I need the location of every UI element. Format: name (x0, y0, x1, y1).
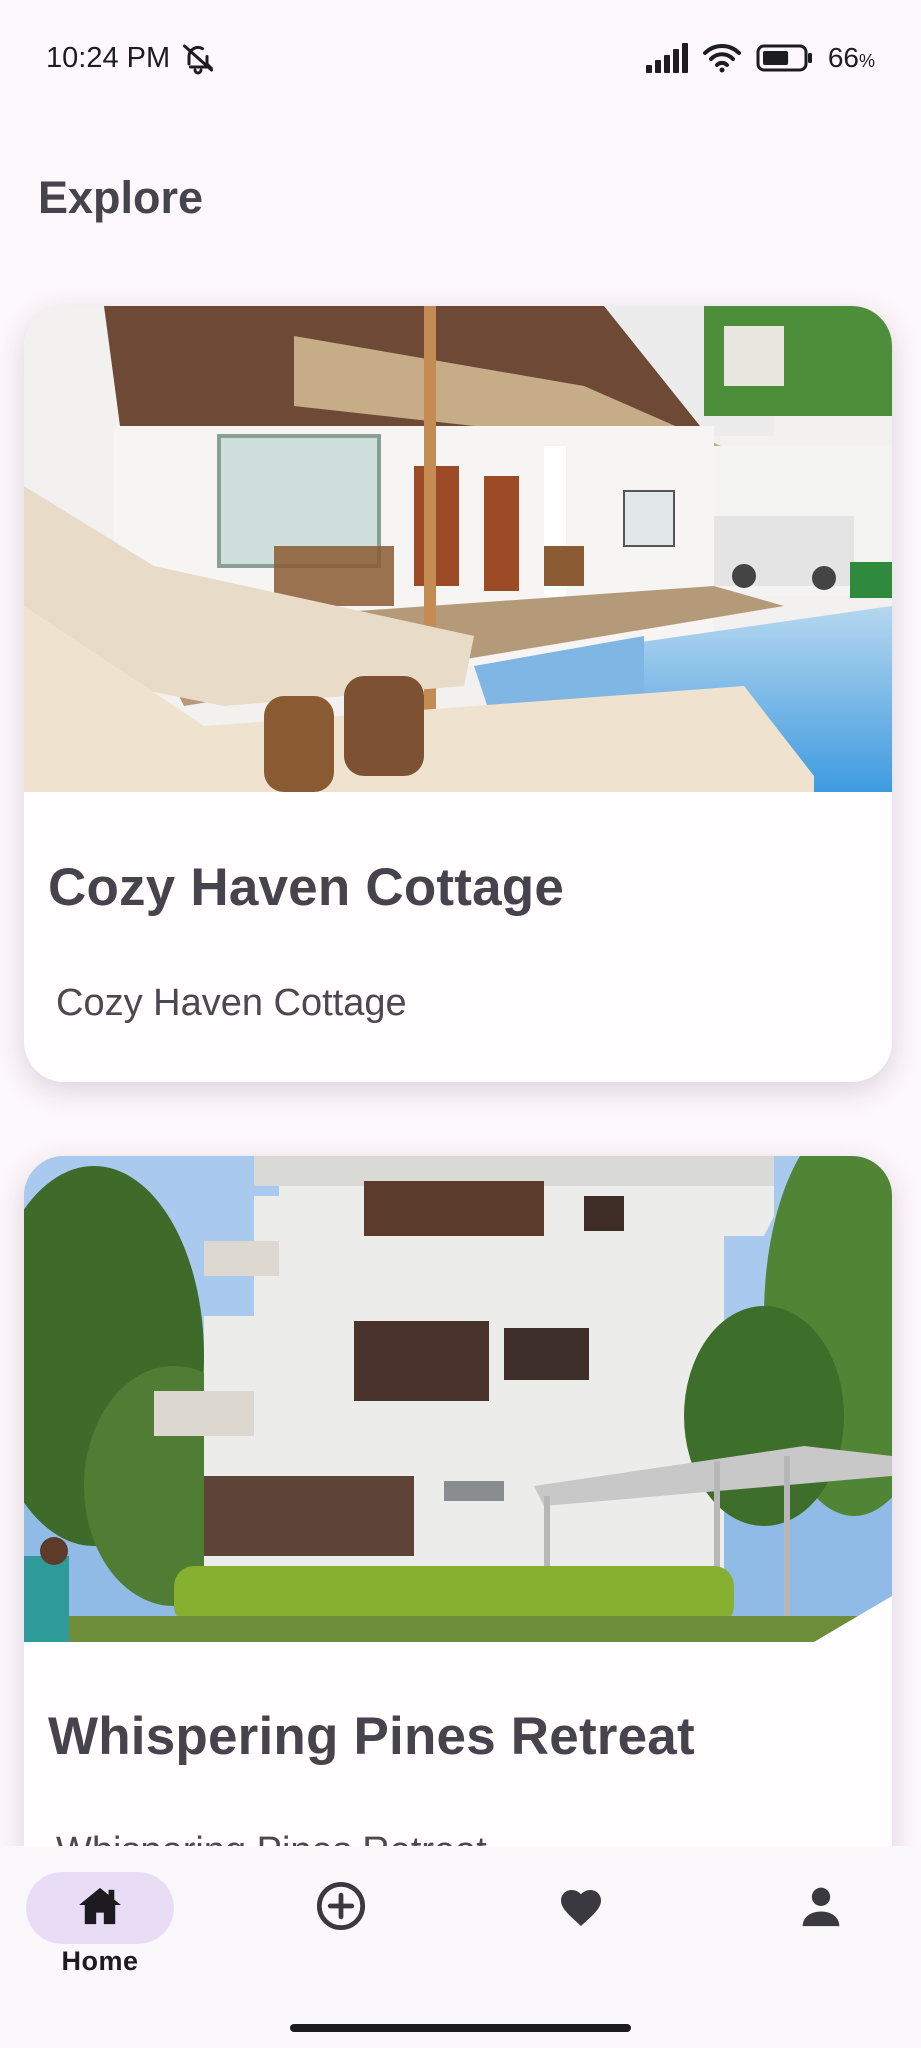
wifi-icon (702, 42, 742, 74)
heart-icon (557, 1884, 605, 1933)
status-bar: 10:24 PM 66% (0, 0, 921, 116)
person-icon (799, 1884, 843, 1933)
battery-icon (756, 44, 814, 72)
listing-subtitle: Cozy Haven Cottage (56, 982, 407, 1024)
nav-favorites[interactable] (501, 1872, 661, 1982)
battery-percent: 66% (827, 42, 875, 73)
listing-photo-villa-pool (24, 306, 892, 792)
nav-add[interactable] (261, 1872, 421, 1982)
nav-profile[interactable] (741, 1872, 901, 1982)
nav-add-pill (267, 1872, 415, 1944)
status-left: 10:24 PM (46, 40, 216, 76)
page-title: Explore (38, 172, 204, 223)
status-time: 10:24 PM (46, 41, 171, 74)
bell-off-icon (180, 40, 216, 76)
nav-home-pill (26, 1872, 174, 1944)
home-icon (77, 1886, 123, 1931)
nav-home[interactable]: Home (20, 1872, 180, 1982)
listing-title: Whispering Pines Retreat (48, 1707, 695, 1766)
listing-card[interactable]: Whispering Pines Retreat Whispering Pine… (24, 1156, 892, 1916)
home-indicator-bar[interactable] (290, 2024, 631, 2032)
nav-home-label: Home (61, 1946, 139, 1976)
nav-profile-pill (747, 1872, 895, 1944)
add-circle-icon (315, 1880, 367, 1937)
bottom-nav: Home (0, 1846, 921, 2048)
signal-icon (645, 43, 688, 73)
nav-favorites-pill (507, 1872, 655, 1944)
listing-photo-white-house (24, 1156, 892, 1642)
status-right: 66% (645, 42, 875, 74)
listing-title: Cozy Haven Cottage (48, 858, 565, 917)
listing-card[interactable]: Cozy Haven Cottage Cozy Haven Cottage (24, 306, 892, 1082)
